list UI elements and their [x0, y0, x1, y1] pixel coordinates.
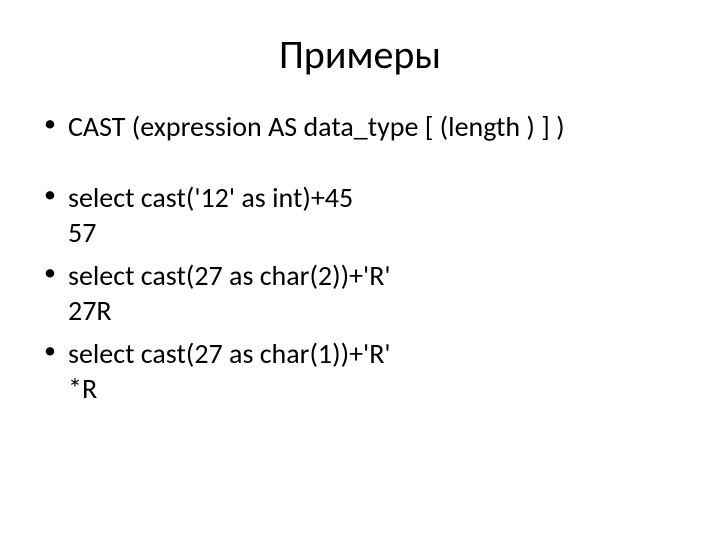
list-item: CAST (expression AS data_type [ (length … [40, 109, 680, 144]
bullet-list: CAST (expression AS data_type [ (length … [40, 109, 680, 406]
slide-title: Примеры [40, 30, 680, 79]
result-text: *R [68, 371, 680, 406]
result-text: 27R [68, 293, 680, 328]
bullet-text: select cast(27 as char(1))+'R' [68, 336, 391, 371]
bullet-text: CAST (expression AS data_type [ (length … [68, 109, 565, 144]
slide: Примеры CAST (expression AS data_type [ … [0, 0, 720, 540]
bullet-text: select cast(27 as char(2))+'R' [68, 258, 391, 293]
list-item: select cast('12' as int)+45 57 [40, 180, 680, 250]
list-item: select cast(27 as char(2))+'R' 27R [40, 258, 680, 328]
bullet-text: select cast('12' as int)+45 [68, 180, 353, 215]
list-item: select cast(27 as char(1))+'R' *R [40, 336, 680, 406]
spacer [40, 152, 680, 180]
result-text: 57 [68, 215, 680, 250]
